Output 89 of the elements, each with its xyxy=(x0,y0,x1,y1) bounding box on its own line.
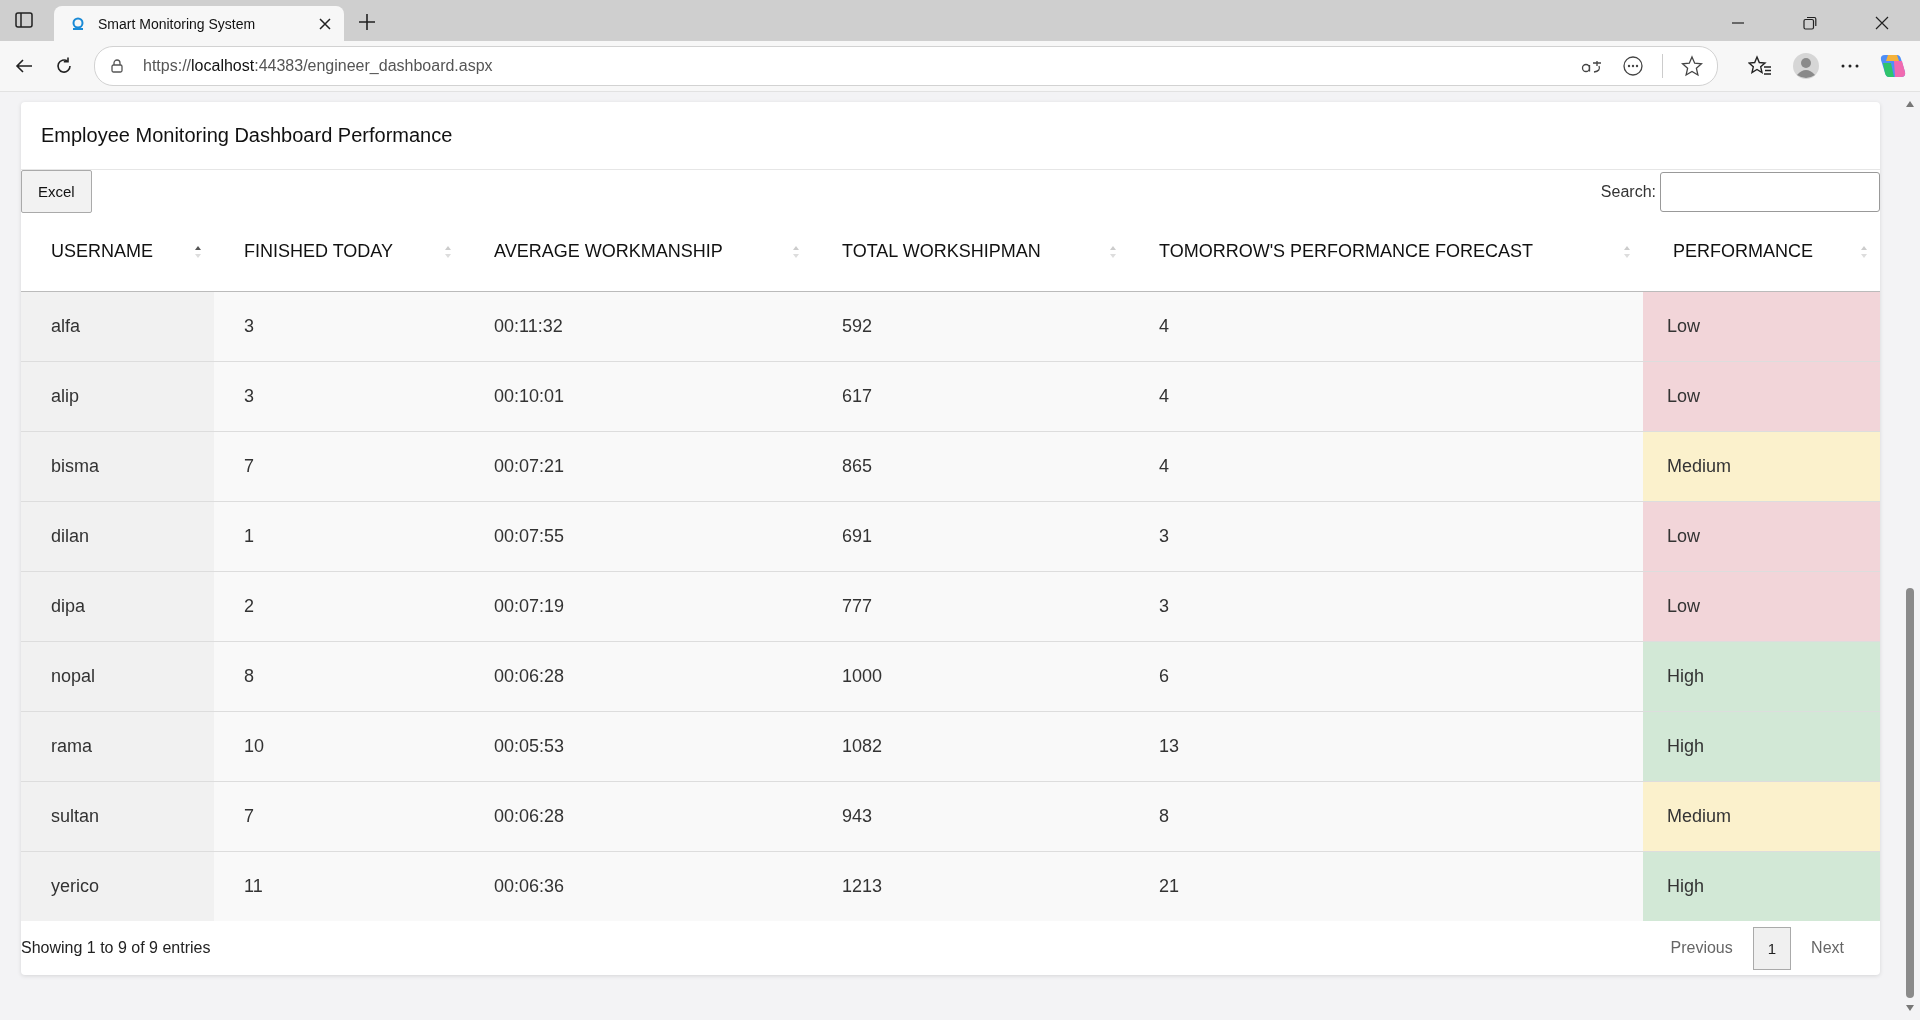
table-cell: 8 xyxy=(214,641,464,711)
table-cell: 00:06:36 xyxy=(464,851,812,921)
table-cell: 8 xyxy=(1129,781,1643,851)
next-link[interactable]: Next xyxy=(1791,939,1864,957)
performance-cell: Medium xyxy=(1643,781,1880,851)
favorites-icon[interactable] xyxy=(1748,55,1772,77)
table-cell: dilan xyxy=(21,501,214,571)
card-title: Employee Monitoring Dashboard Performance xyxy=(21,102,1880,170)
table-cell: alip xyxy=(21,361,214,431)
page-button[interactable]: 1 xyxy=(1752,926,1792,970)
table-cell: 777 xyxy=(812,571,1129,641)
table-cell: 00:05:53 xyxy=(464,711,812,781)
performance-cell: Low xyxy=(1643,571,1880,641)
lock-icon xyxy=(109,58,125,74)
sidebar-toggle-icon[interactable] xyxy=(14,10,34,30)
tab-title: Smart Monitoring System xyxy=(98,15,257,32)
table-cell: yerico xyxy=(21,851,214,921)
table-cell: rama xyxy=(21,711,214,781)
performance-cell: High xyxy=(1643,851,1880,921)
table-cell: 00:07:55 xyxy=(464,501,812,571)
new-tab-icon[interactable] xyxy=(358,13,376,31)
scroll-thumb[interactable] xyxy=(1906,588,1914,998)
table-cell: dipa xyxy=(21,571,214,641)
table-cell: 7 xyxy=(214,431,464,501)
table-cell: 4 xyxy=(1129,361,1643,431)
search-field[interactable] xyxy=(1660,171,1880,212)
refresh-icon[interactable] xyxy=(54,56,74,76)
table-cell: 1213 xyxy=(812,851,1129,921)
column-header[interactable]: USERNAME xyxy=(21,213,214,291)
table-cell: 1 xyxy=(214,501,464,571)
performance-cell: Low xyxy=(1643,361,1880,431)
table-cell: 00:10:01 xyxy=(464,361,812,431)
table-cell: 943 xyxy=(812,781,1129,851)
favicon-icon xyxy=(70,15,86,32)
table-cell: 865 xyxy=(812,431,1129,501)
scroll-down-icon[interactable] xyxy=(1905,1004,1915,1012)
table-cell: alfa xyxy=(21,291,214,361)
table-cell: 3 xyxy=(1129,571,1643,641)
table-cell: bisma xyxy=(21,431,214,501)
star-icon[interactable] xyxy=(1681,55,1703,77)
table-cell: 691 xyxy=(812,501,1129,571)
table-cell: 00:07:19 xyxy=(464,571,812,641)
table-cell: 1082 xyxy=(812,711,1129,781)
table-cell: 3 xyxy=(1129,501,1643,571)
performance-cell: Medium xyxy=(1643,431,1880,501)
close-icon[interactable] xyxy=(318,16,332,31)
performance-cell: Low xyxy=(1643,501,1880,571)
table-cell: 00:06:28 xyxy=(464,641,812,711)
column-header[interactable]: TOMORROW'S PERFORMANCE FORECAST xyxy=(1129,213,1643,291)
table-cell: 2 xyxy=(214,571,464,641)
entries-info: Showing 1 to 9 of 9 entries xyxy=(21,939,211,957)
table-cell: 13 xyxy=(1129,711,1643,781)
more-circle-icon[interactable] xyxy=(1622,55,1644,77)
column-header[interactable]: AVERAGE WORKMANSHIP xyxy=(464,213,812,291)
scroll-up-icon[interactable] xyxy=(1905,100,1915,108)
avatar-icon[interactable] xyxy=(1792,52,1820,80)
table-cell: 592 xyxy=(812,291,1129,361)
copilot-icon[interactable] xyxy=(1880,53,1906,79)
table-cell: 4 xyxy=(1129,431,1643,501)
table-cell: 00:06:28 xyxy=(464,781,812,851)
browser-tab[interactable]: Smart Monitoring System xyxy=(54,6,344,41)
column-header[interactable]: TOTAL WORKSHIPMAN xyxy=(812,213,1129,291)
table-cell: 617 xyxy=(812,361,1129,431)
address-bar[interactable]: https://localhost:44383/engineer_dashboard.aspx xyxy=(94,46,1718,86)
table-cell: 11 xyxy=(214,851,464,921)
column-header[interactable]: PERFORMANCE xyxy=(1643,213,1880,291)
table-cell: 7 xyxy=(214,781,464,851)
url-text: https://localhost:44383/engineer_dashboard.aspx xyxy=(143,57,493,75)
table-cell: 00:11:32 xyxy=(464,291,812,361)
table-cell: sultan xyxy=(21,781,214,851)
table-cell: 4 xyxy=(1129,291,1643,361)
table-cell: 3 xyxy=(214,361,464,431)
table-cell: 3 xyxy=(214,291,464,361)
table-cell: 10 xyxy=(214,711,464,781)
excel-button[interactable]: Excel xyxy=(21,170,92,213)
previous-link[interactable]: Previous xyxy=(1650,939,1753,957)
column-header[interactable]: FINISHED TODAY xyxy=(214,213,464,291)
table-cell: 1000 xyxy=(812,641,1129,711)
search-label: Search: xyxy=(1600,182,1656,201)
performance-cell: High xyxy=(1643,641,1880,711)
more-icon[interactable] xyxy=(1840,63,1860,69)
performance-cell: High xyxy=(1643,711,1880,781)
table-cell: 00:07:21 xyxy=(464,431,812,501)
restore-icon[interactable] xyxy=(1803,16,1817,30)
table-cell: 21 xyxy=(1129,851,1643,921)
table-cell: nopal xyxy=(21,641,214,711)
table-cell: 6 xyxy=(1129,641,1643,711)
close-icon[interactable] xyxy=(1875,16,1889,30)
performance-cell: Low xyxy=(1643,291,1880,361)
